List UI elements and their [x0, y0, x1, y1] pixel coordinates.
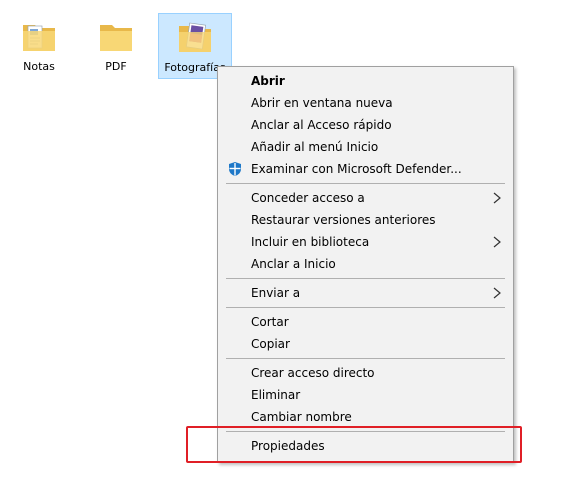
- desktop: Notas PDF Fotografías Abrir Abrir en ven…: [0, 0, 567, 492]
- menu-item-crear-acceso-directo[interactable]: Crear acceso directo: [218, 362, 513, 384]
- menu-item-anclar-acceso-rapido[interactable]: Anclar al Acceso rápido: [218, 114, 513, 136]
- menu-item-abrir-ventana-nueva[interactable]: Abrir en ventana nueva: [218, 92, 513, 114]
- menu-item-enviar-a[interactable]: Enviar a: [218, 282, 513, 304]
- menu-item-cortar[interactable]: Cortar: [218, 311, 513, 333]
- folder-label: PDF: [105, 60, 127, 73]
- context-menu: Abrir Abrir en ventana nueva Anclar al A…: [217, 66, 514, 463]
- defender-shield-icon: [229, 162, 241, 176]
- menu-item-incluir-biblioteca[interactable]: Incluir en biblioteca: [218, 231, 513, 253]
- chevron-right-icon: [493, 236, 501, 248]
- menu-item-conceder-acceso[interactable]: Conceder acceso a: [218, 187, 513, 209]
- menu-item-label: Copiar: [251, 337, 290, 351]
- menu-separator: [226, 358, 505, 359]
- menu-separator: [226, 183, 505, 184]
- menu-item-cambiar-nombre[interactable]: Cambiar nombre: [218, 406, 513, 428]
- menu-item-anadir-menu-inicio[interactable]: Añadir al menú Inicio: [218, 136, 513, 158]
- chevron-right-icon: [493, 287, 501, 299]
- menu-item-abrir[interactable]: Abrir: [218, 70, 513, 92]
- menu-separator: [226, 278, 505, 279]
- menu-separator: [226, 307, 505, 308]
- menu-item-label: Eliminar: [251, 388, 301, 402]
- chevron-right-icon: [493, 192, 501, 204]
- menu-item-label: Examinar con Microsoft Defender...: [251, 162, 462, 176]
- folder-notas[interactable]: Notas: [2, 13, 76, 79]
- menu-item-label: Crear acceso directo: [251, 366, 375, 380]
- menu-item-label: Anclar a Inicio: [251, 257, 336, 271]
- folder-label: Notas: [23, 60, 55, 73]
- menu-item-label: Incluir en biblioteca: [251, 235, 370, 249]
- menu-item-label: Abrir en ventana nueva: [251, 96, 393, 110]
- menu-item-label: Cambiar nombre: [251, 410, 352, 424]
- menu-item-examinar-defender[interactable]: Examinar con Microsoft Defender...: [218, 158, 513, 180]
- menu-item-label: Conceder acceso a: [251, 191, 365, 205]
- folder-pictures-icon: [179, 22, 211, 52]
- menu-item-restaurar-versiones[interactable]: Restaurar versiones anteriores: [218, 209, 513, 231]
- menu-item-eliminar[interactable]: Eliminar: [218, 384, 513, 406]
- menu-item-label: Propiedades: [251, 439, 325, 453]
- menu-item-label: Cortar: [251, 315, 289, 329]
- menu-item-label: Restaurar versiones anteriores: [251, 213, 436, 227]
- menu-item-anclar-inicio[interactable]: Anclar a Inicio: [218, 253, 513, 275]
- folder-pdf[interactable]: PDF: [79, 13, 153, 79]
- folder-documents-icon: [23, 25, 55, 51]
- folder-icon: [100, 25, 132, 51]
- menu-item-label: Abrir: [251, 74, 285, 88]
- menu-item-label: Anclar al Acceso rápido: [251, 118, 392, 132]
- menu-item-propiedades[interactable]: Propiedades: [218, 435, 513, 457]
- menu-item-copiar[interactable]: Copiar: [218, 333, 513, 355]
- menu-separator: [226, 431, 505, 432]
- menu-item-label: Añadir al menú Inicio: [251, 140, 379, 154]
- menu-item-label: Enviar a: [251, 286, 301, 300]
